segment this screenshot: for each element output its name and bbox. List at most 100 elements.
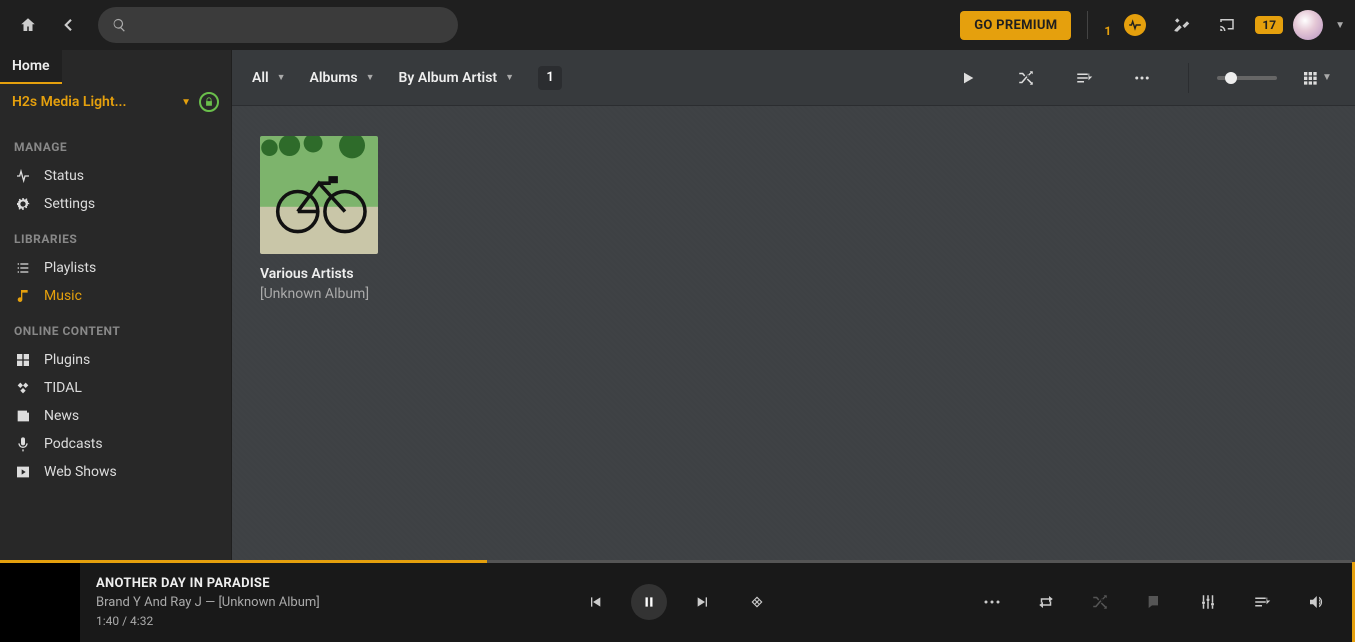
skip-prev-icon <box>587 594 603 610</box>
sidebar-item-label: Music <box>44 288 82 304</box>
main-area: All▼ Albums▼ By Album Artist▼ 1 <box>232 50 1355 562</box>
sidebar-item-podcasts[interactable]: Podcasts <box>0 430 231 458</box>
sidebar-item-label: Status <box>44 168 84 184</box>
sidebar-item-tidal[interactable]: TIDAL <box>0 374 231 402</box>
go-premium-button[interactable]: GO PREMIUM <box>960 11 1071 40</box>
search-icon <box>112 17 127 33</box>
lyrics-button[interactable] <box>1136 584 1172 620</box>
avatar[interactable] <box>1293 10 1323 40</box>
sidebar: Home H2s Media Light... ▼ MANAGEStatusSe… <box>0 50 232 562</box>
now-playing-title: ANOTHER DAY IN PARADISE <box>96 576 396 591</box>
tidal-icon <box>14 380 32 396</box>
ellipsis-icon <box>983 598 1001 606</box>
chevron-down-icon[interactable]: ▼ <box>1335 20 1345 31</box>
notification-badge[interactable]: 17 <box>1255 16 1283 34</box>
sidebar-item-label: Playlists <box>44 260 96 276</box>
view-grid-button[interactable]: ▼ <box>1299 60 1335 96</box>
grid-icon <box>1302 70 1318 86</box>
play-pause-button[interactable] <box>631 584 667 620</box>
filter-albums[interactable]: Albums▼ <box>310 70 375 86</box>
grid-icon <box>14 352 32 368</box>
activity-icon <box>1124 14 1146 36</box>
play-icon <box>960 70 976 86</box>
cast-icon <box>1217 16 1237 34</box>
pause-icon <box>642 595 656 609</box>
stop-button[interactable] <box>739 584 775 620</box>
sidebar-item-web-shows[interactable]: Web Shows <box>0 458 231 486</box>
equalizer-button[interactable] <box>1190 584 1226 620</box>
filter-by-album-artist[interactable]: By Album Artist▼ <box>399 70 515 86</box>
sidebar-item-settings[interactable]: Settings <box>0 190 231 218</box>
sidebar-item-label: Plugins <box>44 352 90 368</box>
sidebar-item-label: News <box>44 408 79 424</box>
repeat-button[interactable] <box>1028 584 1064 620</box>
pulse-icon <box>14 168 32 184</box>
lyrics-icon <box>1146 594 1162 610</box>
activity-button[interactable] <box>1117 7 1153 43</box>
next-track-button[interactable] <box>685 584 721 620</box>
list-icon <box>14 260 32 276</box>
queue-button[interactable] <box>1244 584 1280 620</box>
news-icon <box>14 408 32 424</box>
sidebar-item-playlists[interactable]: Playlists <box>0 254 231 282</box>
tab-home[interactable]: Home <box>0 50 62 84</box>
chevron-down-icon: ▼ <box>505 72 514 83</box>
zoom-slider[interactable] <box>1217 76 1277 80</box>
volume-button[interactable] <box>1298 584 1334 620</box>
topbar: GO PREMIUM 1 17 ▼ <box>0 0 1355 50</box>
chevron-down-icon: ▼ <box>181 97 191 108</box>
cast-button[interactable] <box>1209 7 1245 43</box>
sidebar-item-label: Podcasts <box>44 436 103 452</box>
player-more-button[interactable] <box>974 584 1010 620</box>
sidebar-item-news[interactable]: News <box>0 402 231 430</box>
filter-all[interactable]: All▼ <box>252 70 286 86</box>
now-playing-subtitle: Brand Y And Ray J — [Unknown Album] <box>96 595 396 610</box>
shuffle-player-button[interactable] <box>1082 584 1118 620</box>
album-art <box>260 136 378 254</box>
album-card[interactable]: Various Artists [Unknown Album] <box>260 136 378 302</box>
shuffle-icon <box>1017 69 1035 87</box>
sidebar-item-label: Settings <box>44 196 95 212</box>
sidebar-section-header: ONLINE CONTENT <box>0 310 231 346</box>
now-playing-time: 1:40 / 4:32 <box>96 614 396 628</box>
chevron-down-icon: ▼ <box>366 72 375 83</box>
skip-next-icon <box>695 594 711 610</box>
sidebar-item-music[interactable]: Music <box>0 282 231 310</box>
sidebar-item-label: TIDAL <box>44 380 82 396</box>
secure-icon <box>199 92 219 112</box>
add-to-queue-button[interactable] <box>1066 60 1102 96</box>
home-icon <box>19 16 37 34</box>
repeat-icon <box>1037 593 1055 611</box>
album-artist: Various Artists <box>260 266 378 282</box>
sidebar-item-label: Web Shows <box>44 464 117 480</box>
search-input[interactable] <box>137 17 444 33</box>
shuffle-icon <box>1091 593 1109 611</box>
back-icon <box>59 16 77 34</box>
more-button[interactable] <box>1124 60 1160 96</box>
home-button[interactable] <box>10 7 46 43</box>
sidebar-item-plugins[interactable]: Plugins <box>0 346 231 374</box>
album-name: [Unknown Album] <box>260 286 378 302</box>
queue-add-icon <box>1075 69 1093 87</box>
progress-bar[interactable] <box>0 560 1352 563</box>
play-all-button[interactable] <box>950 60 986 96</box>
content-toolbar: All▼ Albums▼ By Album Artist▼ 1 <box>232 50 1355 106</box>
sidebar-section-header: LIBRARIES <box>0 218 231 254</box>
ellipsis-icon <box>1133 69 1151 87</box>
music-icon <box>14 288 32 304</box>
play-rect-icon <box>14 464 32 480</box>
mic-icon <box>14 436 32 452</box>
prev-track-button[interactable] <box>577 584 613 620</box>
sidebar-item-status[interactable]: Status <box>0 162 231 190</box>
sliders-icon <box>1199 593 1217 611</box>
shuffle-button[interactable] <box>1008 60 1044 96</box>
server-selector[interactable]: H2s Media Light... ▼ <box>0 86 231 122</box>
tools-button[interactable] <box>1163 7 1199 43</box>
server-name: H2s Media Light... <box>12 94 173 110</box>
result-count: 1 <box>538 66 562 90</box>
search-box[interactable] <box>98 7 458 43</box>
chevron-down-icon: ▼ <box>277 72 286 83</box>
back-button[interactable] <box>50 7 86 43</box>
now-playing-art[interactable] <box>0 562 80 642</box>
player-bar: ANOTHER DAY IN PARADISE Brand Y And Ray … <box>0 562 1355 642</box>
